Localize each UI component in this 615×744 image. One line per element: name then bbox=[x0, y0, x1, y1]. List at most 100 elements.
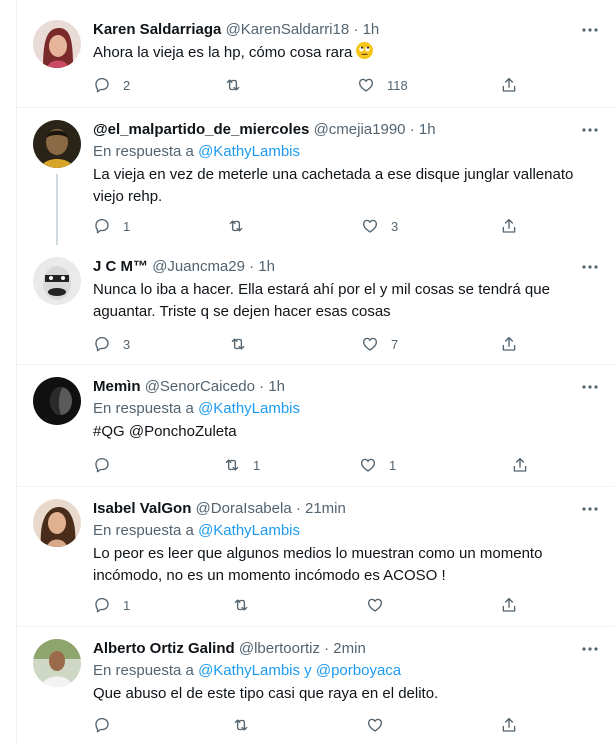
user-handle[interactable]: @lbertoortiz bbox=[239, 640, 320, 657]
display-name[interactable]: Memìn bbox=[93, 378, 141, 395]
retweet-button[interactable]: 1 bbox=[223, 455, 260, 475]
retweet-button[interactable] bbox=[232, 715, 262, 735]
retweet-button[interactable] bbox=[232, 595, 262, 615]
tweet-actions: 1 bbox=[93, 595, 533, 615]
display-name[interactable]: Alberto Ortiz Galind bbox=[93, 640, 235, 657]
more-icon[interactable] bbox=[580, 499, 600, 519]
tweet-actions: 1 1 bbox=[93, 455, 533, 475]
share-button[interactable] bbox=[500, 715, 518, 735]
avatar[interactable] bbox=[33, 120, 81, 168]
more-icon[interactable] bbox=[580, 639, 600, 659]
face-with-rolling-eyes-icon bbox=[356, 42, 374, 59]
reply-icon bbox=[95, 336, 109, 352]
reply-context: En respuesta a @KathyLambis bbox=[93, 521, 604, 541]
tweet-header: Karen Saldarriaga @KarenSaldarri18 · 1h bbox=[93, 20, 604, 40]
like-button[interactable] bbox=[366, 715, 396, 735]
tweet-text: Nunca lo iba a hacer. Ella estará ahí po… bbox=[93, 281, 550, 320]
avatar[interactable] bbox=[33, 377, 81, 425]
tweet-actions: 1 3 bbox=[93, 216, 533, 236]
display-name[interactable]: @el_malpartido_de_miercoles bbox=[93, 121, 309, 138]
reply-button[interactable]: 1 bbox=[93, 216, 130, 236]
timestamp[interactable]: 1h bbox=[268, 378, 285, 395]
tweet[interactable]: J C M™ @Juancma29 · 1h Nunca lo iba a ha… bbox=[17, 245, 615, 364]
like-button[interactable]: 3 bbox=[361, 216, 398, 236]
share-icon bbox=[502, 336, 516, 351]
share-button[interactable] bbox=[500, 216, 518, 236]
tweet-header: Isabel ValGon @DoraIsabela · 21min bbox=[93, 499, 604, 519]
separator-dot: · bbox=[295, 500, 301, 517]
tweet-text: Lo peor es leer que algunos medios lo mu… bbox=[93, 545, 543, 584]
like-button[interactable]: 118 bbox=[357, 75, 408, 95]
share-icon bbox=[502, 597, 516, 612]
user-handle[interactable]: @DoraIsabela bbox=[196, 500, 292, 517]
reply-prefix: En respuesta a bbox=[93, 522, 194, 539]
reply-context: En respuesta a @KathyLambis bbox=[93, 399, 604, 419]
reply-count: 2 bbox=[123, 77, 131, 93]
share-button[interactable] bbox=[500, 334, 518, 354]
share-button[interactable] bbox=[500, 75, 518, 95]
tweet[interactable]: Memìn @SenorCaicedo · 1h En respuesta a … bbox=[17, 365, 615, 486]
more-icon[interactable] bbox=[580, 257, 600, 277]
tweet-header: J C M™ @Juancma29 · 1h bbox=[93, 257, 604, 277]
reply-button[interactable]: 3 bbox=[93, 334, 130, 354]
timestamp[interactable]: 2min bbox=[333, 640, 366, 657]
tweet-text-content: Ahora la vieja es la hp, cómo cosa rara bbox=[93, 44, 353, 61]
timestamp[interactable]: 1h bbox=[419, 121, 436, 138]
like-button[interactable] bbox=[366, 595, 396, 615]
share-button[interactable] bbox=[500, 595, 518, 615]
tweet-text-links[interactable]: #QG @PonchoZuleta bbox=[93, 421, 604, 443]
more-icon[interactable] bbox=[580, 120, 600, 140]
reply-button[interactable] bbox=[93, 455, 123, 475]
display-name[interactable]: Isabel ValGon bbox=[93, 500, 191, 517]
like-icon bbox=[358, 78, 374, 92]
separator-dot: · bbox=[409, 121, 415, 138]
separator-dot: · bbox=[353, 21, 359, 38]
share-button[interactable] bbox=[511, 455, 529, 475]
reply-icon bbox=[95, 218, 109, 234]
avatar[interactable] bbox=[33, 499, 81, 547]
reply-prefix: En respuesta a bbox=[93, 662, 194, 679]
tweet-text: La vieja en vez de meterle una cachetada… bbox=[93, 166, 574, 205]
tweet-header: @el_malpartido_de_miercoles @cmejia1990 … bbox=[93, 120, 604, 140]
reply-to-link[interactable]: @KathyLambis bbox=[198, 400, 300, 417]
user-handle[interactable]: @Juancma29 bbox=[152, 258, 245, 275]
user-handle[interactable]: @cmejia1990 bbox=[314, 121, 406, 138]
tweet[interactable]: Karen Saldarriaga @KarenSaldarri18 · 1h … bbox=[17, 0, 615, 107]
share-icon bbox=[513, 457, 527, 472]
retweet-icon bbox=[229, 220, 243, 232]
retweet-button[interactable] bbox=[229, 334, 259, 354]
reply-context: En respuesta a @KathyLambis bbox=[93, 142, 604, 162]
more-icon[interactable] bbox=[580, 377, 600, 397]
reply-to-link[interactable]: @KathyLambis bbox=[198, 522, 300, 539]
more-icon[interactable] bbox=[580, 20, 600, 40]
retweet-icon bbox=[226, 79, 240, 91]
display-name[interactable]: Karen Saldarriaga bbox=[93, 21, 221, 38]
separator-dot: · bbox=[324, 640, 330, 657]
tweet[interactable]: Isabel ValGon @DoraIsabela · 21min En re… bbox=[17, 487, 615, 626]
reply-icon bbox=[95, 77, 109, 93]
reply-prefix: En respuesta a bbox=[93, 143, 194, 160]
timestamp[interactable]: 1h bbox=[258, 258, 275, 275]
reply-to-link[interactable]: @KathyLambis y @porboyaca bbox=[198, 662, 401, 679]
reply-button[interactable]: 2 bbox=[93, 75, 130, 95]
timestamp[interactable]: 21min bbox=[305, 500, 346, 517]
tweet[interactable]: Alberto Ortiz Galind @lbertoortiz · 2min… bbox=[17, 627, 615, 744]
reply-button[interactable] bbox=[93, 715, 123, 735]
tweet[interactable]: @el_malpartido_de_miercoles @cmejia1990 … bbox=[17, 108, 615, 245]
like-button[interactable]: 1 bbox=[359, 455, 396, 475]
like-button[interactable]: 7 bbox=[361, 334, 398, 354]
user-handle[interactable]: @SenorCaicedo bbox=[145, 378, 255, 395]
retweet-button[interactable] bbox=[224, 75, 254, 95]
tweet-text: Que abuso el de este tipo casi que raya … bbox=[93, 685, 439, 702]
avatar[interactable] bbox=[33, 20, 81, 68]
reply-to-link[interactable]: @KathyLambis bbox=[198, 143, 300, 160]
reply-button[interactable]: 1 bbox=[93, 595, 130, 615]
retweet-button[interactable] bbox=[227, 216, 257, 236]
user-handle[interactable]: @KarenSaldarri18 bbox=[226, 21, 350, 38]
timestamp[interactable]: 1h bbox=[363, 21, 380, 38]
like-count: 1 bbox=[389, 457, 397, 473]
avatar[interactable] bbox=[33, 639, 81, 687]
like-icon bbox=[362, 219, 378, 233]
display-name[interactable]: J C M™ bbox=[93, 258, 148, 275]
avatar[interactable] bbox=[33, 257, 81, 305]
